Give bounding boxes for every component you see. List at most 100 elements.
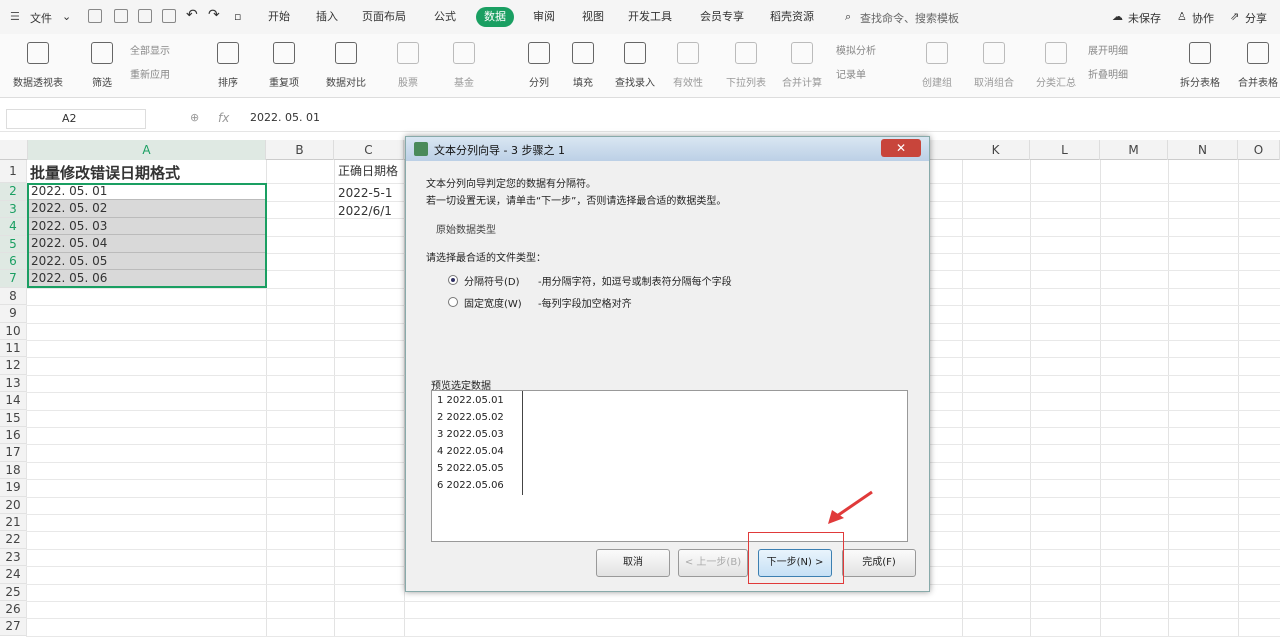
expand-detail-button[interactable]: 展开明细 [1088, 42, 1128, 57]
row-header-8[interactable]: 8 [0, 287, 26, 306]
text-to-columns-button[interactable]: 分列 [522, 42, 556, 89]
name-box[interactable]: A2 [6, 109, 146, 129]
record-form-button[interactable]: 记录单 [836, 66, 866, 81]
redo-icon[interactable]: ↷ [208, 7, 220, 23]
subtotal-button[interactable]: 分类汇总 [1032, 42, 1080, 89]
row-header-14[interactable]: 14 [0, 392, 26, 410]
command-search[interactable]: 查找命令、搜索模板 [860, 10, 959, 26]
cell-a1[interactable]: 批量修改错误日期格式 [30, 162, 180, 183]
tab-page-layout[interactable]: 页面布局 [362, 7, 406, 27]
row-header-9[interactable]: 9 [0, 305, 26, 323]
row-header-7[interactable]: 7 [0, 270, 26, 288]
select-all-corner[interactable] [0, 140, 28, 160]
validation-button[interactable]: 有效性 [668, 42, 708, 89]
fund-button[interactable]: 基金 [448, 42, 480, 89]
dropdown-list-button[interactable]: 下拉列表 [722, 42, 770, 89]
lookup-entry-button[interactable]: 查找录入 [610, 42, 660, 89]
row-header-27[interactable]: 27 [0, 618, 26, 636]
group-button[interactable]: 创建组 [916, 42, 958, 89]
row-header-12[interactable]: 12 [0, 357, 26, 375]
chevron-down-icon[interactable]: ⌄ [62, 10, 71, 23]
col-header-l[interactable]: L [1030, 140, 1100, 160]
tab-developer[interactable]: 开发工具 [628, 7, 672, 27]
tab-review[interactable]: 审阅 [533, 7, 555, 27]
data-compare-button[interactable]: 数据对比 [318, 42, 374, 89]
menu-icon[interactable]: ☰ [10, 10, 20, 23]
col-header-k[interactable]: K [962, 140, 1030, 160]
fixed-width-radio[interactable] [448, 297, 458, 307]
filter-button[interactable]: 筛选 [86, 42, 118, 89]
close-button[interactable]: ✕ [881, 139, 921, 157]
tab-docer[interactable]: 稻壳资源 [770, 7, 814, 27]
row-header-24[interactable]: 24 [0, 566, 26, 584]
row-header-2[interactable]: 2 [0, 183, 26, 201]
row-header-20[interactable]: 20 [0, 496, 26, 514]
row-header-4[interactable]: 4 [0, 218, 26, 236]
col-header-a[interactable]: A [28, 140, 266, 160]
delimited-radio[interactable] [448, 275, 458, 285]
row-header-17[interactable]: 17 [0, 444, 26, 462]
row-header-26[interactable]: 26 [0, 601, 26, 619]
previous-button[interactable]: < 上一步(B) [678, 549, 748, 577]
undo-icon[interactable]: ↶ [186, 7, 198, 23]
more-icon[interactable]: ▫ [234, 10, 241, 23]
zoom-icon[interactable]: ⊕ [190, 111, 199, 124]
unsaved-status[interactable]: 未保存 [1128, 10, 1161, 26]
col-header-n[interactable]: N [1168, 140, 1238, 160]
row-header-5[interactable]: 5 [0, 235, 26, 253]
collapse-detail-button[interactable]: 折叠明细 [1088, 66, 1128, 81]
print-icon[interactable] [138, 9, 152, 23]
file-menu[interactable]: 文件 [30, 10, 52, 26]
tab-view[interactable]: 视图 [582, 7, 604, 27]
row-header-1[interactable]: 1 [0, 160, 26, 183]
row-header-3[interactable]: 3 [0, 200, 26, 219]
stock-button[interactable]: 股票 [392, 42, 424, 89]
row-header-15[interactable]: 15 [0, 409, 26, 427]
tab-insert[interactable]: 插入 [316, 7, 338, 27]
search-icon[interactable]: ⌕ [845, 10, 851, 24]
reapply-button[interactable]: 重新应用 [130, 66, 170, 81]
share-button[interactable]: 分享 [1245, 10, 1267, 26]
export-icon[interactable] [114, 9, 128, 23]
tab-formula[interactable]: 公式 [434, 7, 456, 27]
fixed-width-label[interactable]: 固定宽度(W) [464, 295, 522, 310]
row-header-16[interactable]: 16 [0, 427, 26, 445]
delimited-label[interactable]: 分隔符号(D) [464, 273, 520, 288]
cancel-button[interactable]: 取消 [596, 549, 670, 577]
formula-input[interactable]: 2022. 05. 01 [250, 111, 320, 124]
row-header-25[interactable]: 25 [0, 583, 26, 601]
duplicates-button[interactable]: 重复项 [262, 42, 306, 89]
row-header-19[interactable]: 19 [0, 479, 26, 497]
tab-home[interactable]: 开始 [268, 7, 290, 27]
tab-data[interactable]: 数据 [476, 7, 514, 27]
consolidate-button[interactable]: 合并计算 [778, 42, 826, 89]
show-all-button[interactable]: 全部显示 [130, 42, 170, 57]
row-header-6[interactable]: 6 [0, 253, 26, 271]
cell-c1[interactable]: 正确日期格 [338, 162, 398, 179]
merge-table-button[interactable]: 合并表格 [1236, 42, 1280, 89]
col-header-c[interactable]: C [334, 140, 404, 160]
collab-button[interactable]: 协作 [1192, 10, 1214, 26]
finish-button[interactable]: 完成(F) [842, 549, 916, 577]
row-header-13[interactable]: 13 [0, 374, 26, 393]
what-if-button[interactable]: 模拟分析 [836, 42, 876, 57]
fill-button[interactable]: 填充 [566, 42, 600, 89]
row-header-22[interactable]: 22 [0, 531, 26, 549]
tab-member[interactable]: 会员专享 [700, 7, 744, 27]
row-header-11[interactable]: 11 [0, 340, 26, 358]
cell-c3[interactable]: 2022/6/1 [338, 204, 392, 218]
fx-icon[interactable]: fx [218, 111, 229, 125]
row-header-18[interactable]: 18 [0, 461, 26, 480]
col-header-m[interactable]: M [1100, 140, 1168, 160]
row-header-21[interactable]: 21 [0, 514, 26, 532]
split-table-button[interactable]: 拆分表格 [1172, 42, 1228, 89]
cell-c2[interactable]: 2022-5-1 [338, 186, 392, 200]
ungroup-button[interactable]: 取消组合 [966, 42, 1022, 89]
save-icon[interactable] [88, 9, 102, 23]
preview-icon[interactable] [162, 9, 176, 23]
col-header-o[interactable]: O [1238, 140, 1280, 160]
row-header-10[interactable]: 10 [0, 322, 26, 340]
sort-button[interactable]: 排序 [210, 42, 246, 89]
row-header-23[interactable]: 23 [0, 548, 26, 567]
col-header-b[interactable]: B [266, 140, 334, 160]
